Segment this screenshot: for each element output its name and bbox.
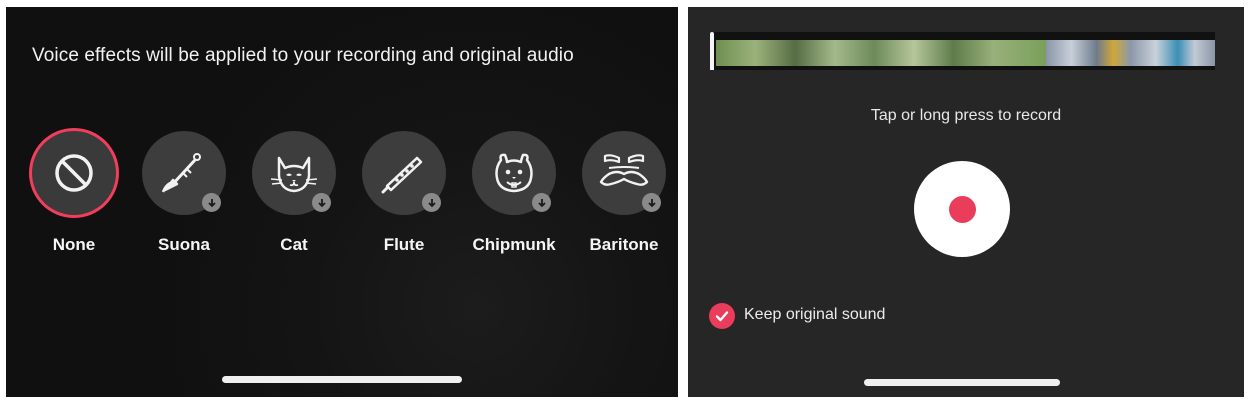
suona-icon (161, 153, 201, 193)
effect-flute[interactable]: Flute (354, 131, 454, 261)
home-indicator[interactable] (222, 376, 462, 383)
timeline-cursor[interactable] (710, 32, 714, 70)
record-dot-icon (948, 195, 976, 223)
home-indicator[interactable] (864, 379, 1060, 386)
flute-icon (381, 156, 423, 194)
no-effect-icon (55, 154, 93, 192)
effect-label: Baritone (589, 235, 659, 254)
effect-label: Flute (383, 235, 425, 254)
keep-original-checkbox[interactable] (709, 303, 735, 329)
voice-effects-notice: Voice effects will be applied to your re… (32, 45, 574, 66)
timeline-thumbnails-outdoor (716, 40, 1046, 66)
record-panel: Tap or long press to record Keep origina… (688, 7, 1244, 397)
chipmunk-icon (495, 153, 533, 193)
effect-label: Chipmunk (472, 235, 556, 254)
download-icon[interactable] (312, 193, 331, 212)
effect-none-circle[interactable] (32, 131, 116, 215)
effect-cat[interactable]: Cat (244, 131, 344, 261)
keep-original-label: Keep original sound (744, 306, 886, 323)
download-icon[interactable] (642, 193, 661, 212)
baritone-icon (599, 154, 649, 186)
effect-label: Cat (280, 235, 308, 254)
effect-label: None (52, 235, 96, 254)
download-icon[interactable] (532, 193, 551, 212)
effect-suona[interactable]: Suona (134, 131, 234, 261)
effect-none[interactable]: None (24, 131, 124, 261)
timeline-thumbnails-indoor (1046, 40, 1215, 66)
effect-baritone[interactable]: Baritone (574, 131, 674, 261)
download-icon[interactable] (422, 193, 441, 212)
download-icon[interactable] (202, 193, 221, 212)
cat-icon (270, 156, 318, 193)
checkmark-icon (715, 311, 729, 322)
record-button[interactable] (914, 161, 1010, 257)
video-timeline[interactable] (710, 32, 1215, 70)
effect-chipmunk[interactable]: Chipmunk (464, 131, 564, 261)
voice-effects-panel: Voice effects will be applied to your re… (6, 7, 678, 397)
effect-label: Suona (158, 235, 210, 254)
record-hint: Tap or long press to record (870, 107, 1062, 124)
